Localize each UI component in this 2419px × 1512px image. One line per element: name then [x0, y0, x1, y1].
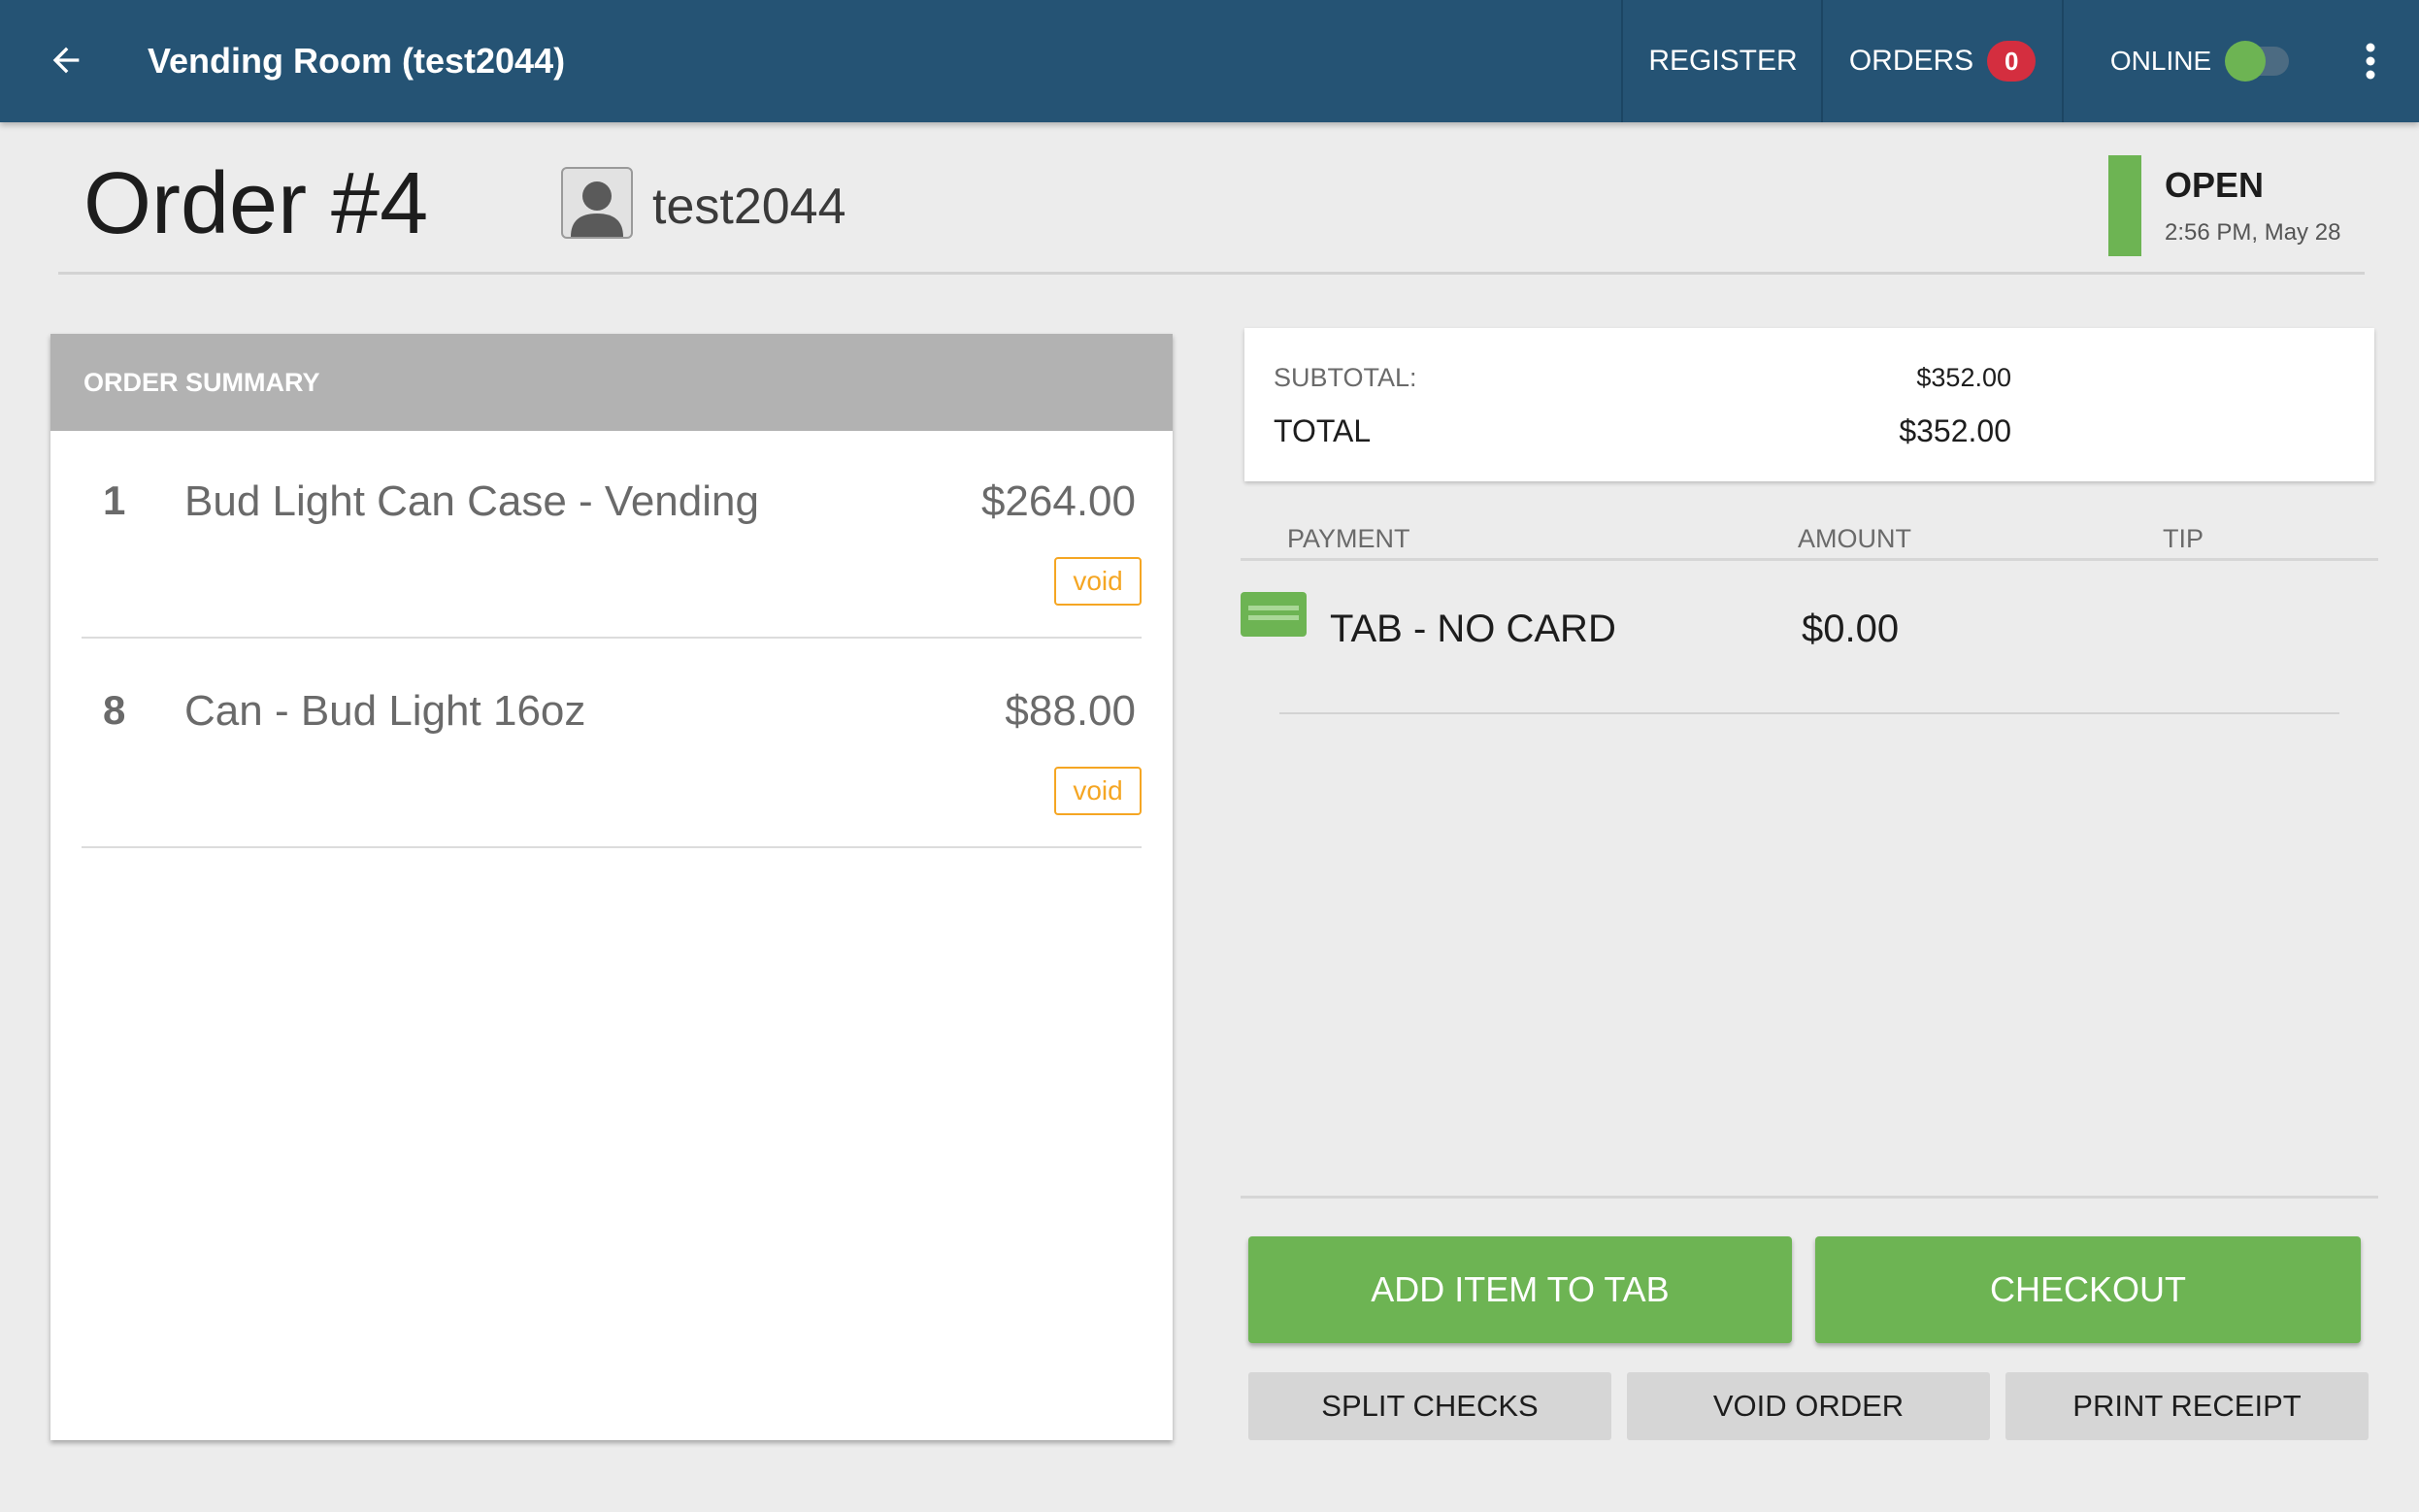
user-avatar-icon [561, 167, 633, 239]
subtotal-value: $352.00 [1916, 363, 2011, 392]
void-item-button[interactable]: void [1054, 557, 1142, 606]
total-value: $352.00 [1899, 413, 2011, 448]
online-label: ONLINE [2109, 46, 2212, 76]
arrow-left-icon [52, 47, 80, 74]
order-timestamp: 2:56 PM, May 28 [2165, 219, 2341, 246]
item-name: Bud Light Can Case - Vending [184, 477, 759, 525]
void-order-button[interactable]: VOID ORDER [1627, 1372, 1990, 1440]
split-checks-button[interactable]: SPLIT CHECKS [1248, 1372, 1611, 1440]
overflow-menu-button[interactable] [2339, 29, 2402, 93]
totals-card: SUBTOTAL: $352.00 TOTAL $352.00 [1244, 328, 2374, 481]
divider [1241, 558, 2378, 561]
order-status: OPEN [2165, 165, 2265, 205]
toggle-knob [2225, 41, 2267, 82]
print-receipt-button[interactable]: PRINT RECEIPT [2005, 1372, 2369, 1440]
subtotal-label: SUBTOTAL: [1274, 363, 1417, 392]
order-title: Order #4 [83, 155, 429, 252]
register-label: REGISTER [1648, 45, 1798, 77]
checkout-button[interactable]: CHECKOUT [1815, 1236, 2361, 1343]
order-summary-panel: ORDER SUMMARY 1 Bud Light Can Case - Ven… [50, 334, 1173, 1440]
order-summary-header: ORDER SUMMARY [50, 334, 1173, 431]
item-name: Can - Bud Light 16oz [184, 687, 586, 735]
payment-method[interactable]: TAB - NO CARD [1330, 608, 1616, 651]
online-status: ONLINE [2064, 0, 2336, 122]
divider [1241, 1196, 2378, 1199]
total-label: TOTAL [1274, 413, 1372, 448]
customer-name[interactable]: test2044 [652, 177, 846, 237]
item-quantity: 1 [103, 477, 126, 523]
app-title: Vending Room (test2044) [148, 41, 566, 81]
item-price: $264.00 [980, 477, 1136, 525]
more-vertical-icon [2366, 43, 2375, 80]
orders-label: ORDERS [1848, 45, 1974, 77]
tip-column-header: TIP [2163, 524, 2204, 553]
item-quantity: 8 [103, 687, 126, 733]
back-button[interactable] [35, 29, 97, 91]
amount-column-header: AMOUNT [1798, 524, 1911, 553]
void-item-button[interactable]: void [1054, 767, 1142, 815]
orders-tab[interactable]: ORDERS 0 [1823, 0, 2062, 122]
payment-amount: $0.00 [1802, 608, 1900, 650]
add-item-to-tab-button[interactable]: ADD ITEM TO TAB [1248, 1236, 1792, 1343]
divider [1279, 712, 2339, 714]
order-item-row[interactable]: 8 Can - Bud Light 16oz $88.00 void [82, 641, 1142, 848]
status-indicator [2108, 155, 2141, 256]
online-toggle[interactable] [2225, 41, 2290, 82]
orders-count-badge: 0 [1987, 41, 2037, 82]
top-app-bar: Vending Room (test2044) REGISTER ORDERS … [0, 0, 2419, 122]
payment-column-header: PAYMENT [1287, 524, 1410, 553]
item-price: $88.00 [1005, 687, 1136, 735]
order-item-row[interactable]: 1 Bud Light Can Case - Vending $264.00 v… [82, 431, 1142, 639]
credit-card-icon [1241, 592, 1307, 637]
header-divider [58, 272, 2365, 275]
register-tab[interactable]: REGISTER [1623, 0, 1823, 122]
